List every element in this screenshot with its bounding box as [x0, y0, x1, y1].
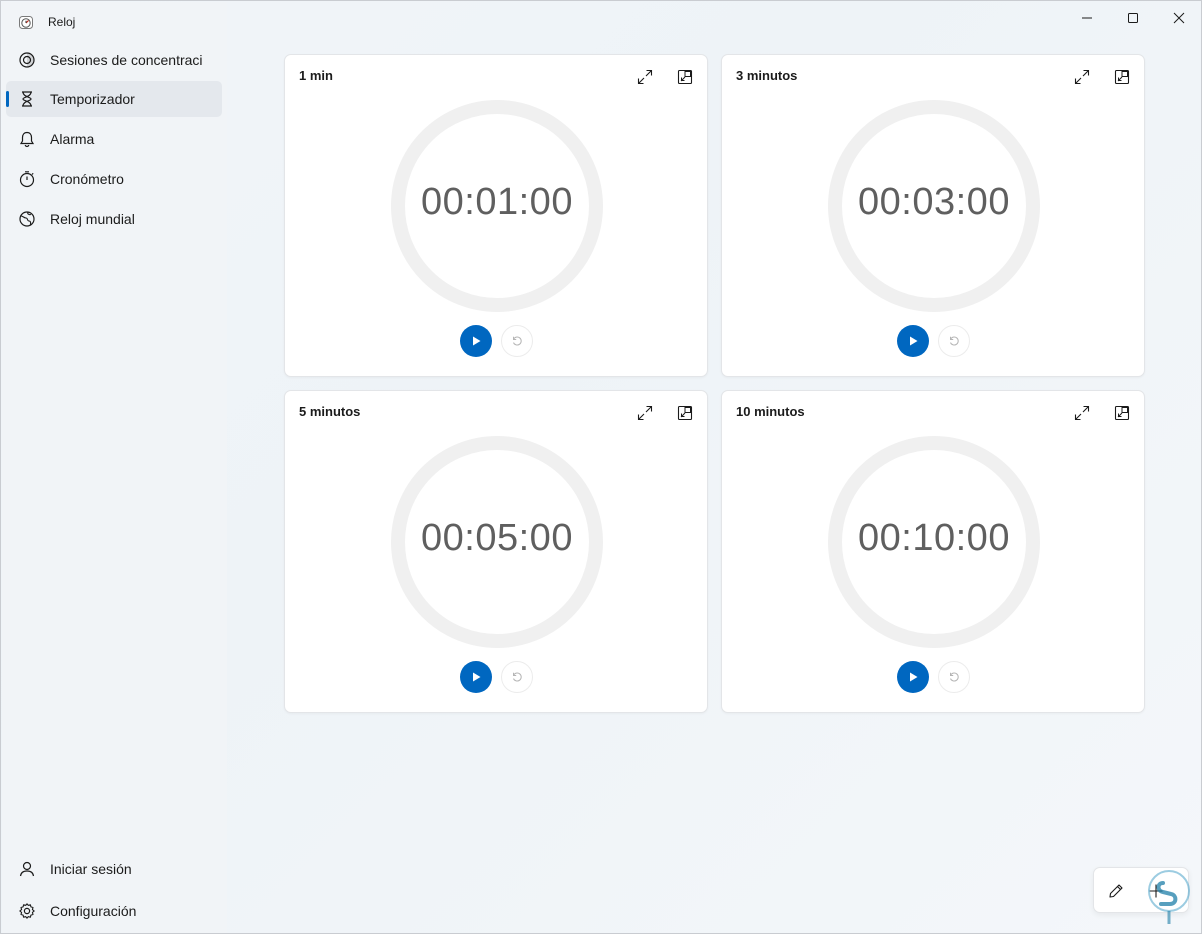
sidebar-item-label: Configuración: [50, 903, 137, 919]
sidebar-item-label: Temporizador: [50, 91, 135, 107]
person-icon: [19, 861, 35, 877]
expand-icon: [1074, 405, 1090, 421]
sidebar-item-sign-in[interactable]: Iniciar sesión: [6, 851, 222, 887]
gear-icon: [19, 903, 35, 919]
timer-title: 5 minutos: [299, 404, 361, 419]
sidebar-item-world-clock[interactable]: Reloj mundial: [6, 201, 222, 237]
edit-timers-button[interactable]: [1100, 875, 1132, 907]
expand-icon: [637, 405, 653, 421]
keep-on-top-button[interactable]: [673, 401, 697, 425]
start-button[interactable]: [460, 661, 492, 693]
expand-button[interactable]: [633, 401, 657, 425]
reset-icon: [950, 672, 959, 682]
timer-card[interactable]: 5 minutos 00:05:00: [284, 390, 708, 713]
minimize-button[interactable]: [1064, 1, 1110, 35]
sidebar-item-label: Cronómetro: [50, 171, 124, 187]
close-icon: [1173, 12, 1185, 24]
bell-icon: [19, 131, 35, 148]
expand-button[interactable]: [633, 65, 657, 89]
stopwatch-icon: [19, 171, 35, 188]
sidebar-item-alarm[interactable]: Alarma: [6, 121, 222, 157]
reset-button[interactable]: [501, 325, 533, 357]
sidebar-item-label: Sesiones de concentración: [50, 52, 202, 68]
timer-title: 10 minutos: [736, 404, 805, 419]
play-icon: [473, 672, 481, 682]
expand-button[interactable]: [1070, 401, 1094, 425]
keep-on-top-button[interactable]: [1110, 65, 1134, 89]
watermark-logo: [1148, 870, 1190, 924]
reset-button[interactable]: [938, 325, 970, 357]
timer-card[interactable]: 1 min 00:01:00: [284, 54, 708, 377]
picture-in-picture-icon: [1114, 69, 1130, 85]
timer-time: 00:03:00: [858, 181, 1010, 223]
timer-time: 00:10:00: [858, 517, 1010, 559]
start-button[interactable]: [460, 325, 492, 357]
picture-in-picture-icon: [1114, 405, 1130, 421]
play-icon: [910, 672, 918, 682]
pencil-icon: [1109, 884, 1123, 898]
clock-app-window: Reloj Sesiones de concentración Temporiz…: [0, 0, 1202, 934]
active-indicator: [6, 91, 9, 107]
sidebar-item-stopwatch[interactable]: Cronómetro: [6, 161, 222, 197]
play-icon: [473, 336, 481, 346]
picture-in-picture-icon: [677, 405, 693, 421]
sidebar-item-focus-sessions[interactable]: Sesiones de concentración: [6, 42, 222, 78]
play-icon: [910, 336, 918, 346]
sidebar-item-label: Reloj mundial: [50, 211, 135, 227]
timer-card[interactable]: 10 minutos 00:10:00: [721, 390, 1145, 713]
timer-title: 1 min: [299, 68, 333, 83]
app-title: Reloj: [48, 15, 76, 29]
sidebar-item-label: Iniciar sesión: [50, 861, 132, 877]
reset-button[interactable]: [938, 661, 970, 693]
clock-app-icon: [19, 16, 33, 29]
hourglass-icon: [22, 91, 32, 107]
expand-button[interactable]: [1070, 65, 1094, 89]
app-title-bar: Reloj: [18, 12, 75, 32]
keep-on-top-button[interactable]: [673, 65, 697, 89]
sidebar-item-timer[interactable]: Temporizador: [6, 81, 222, 117]
timer-time: 00:01:00: [421, 181, 573, 223]
reset-icon: [513, 672, 522, 682]
reset-icon: [513, 336, 522, 346]
sidebar-item-label: Alarma: [50, 131, 95, 147]
sidebar: Reloj Sesiones de concentración Temporiz…: [2, 2, 227, 933]
start-button[interactable]: [897, 661, 929, 693]
picture-in-picture-icon: [677, 69, 693, 85]
sidebar-item-settings[interactable]: Configuración: [6, 893, 222, 929]
timer-card[interactable]: 3 minutos 00:03:00: [721, 54, 1145, 377]
reset-button[interactable]: [501, 661, 533, 693]
minimize-icon: [1082, 17, 1092, 19]
start-button[interactable]: [897, 325, 929, 357]
keep-on-top-button[interactable]: [1110, 401, 1134, 425]
close-button[interactable]: [1156, 1, 1202, 35]
expand-icon: [1074, 69, 1090, 85]
maximize-icon: [1128, 13, 1138, 23]
reset-icon: [950, 336, 959, 346]
timer-time: 00:05:00: [421, 517, 573, 559]
focus-icon: [19, 52, 35, 68]
expand-icon: [637, 69, 653, 85]
timer-title: 3 minutos: [736, 68, 798, 83]
maximize-button[interactable]: [1110, 1, 1156, 35]
globe-icon: [19, 211, 35, 227]
